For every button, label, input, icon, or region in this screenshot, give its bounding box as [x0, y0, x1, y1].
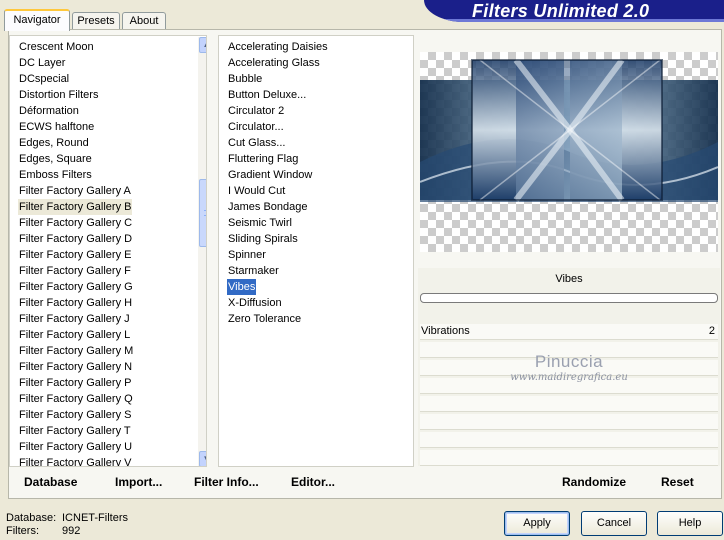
- category-item[interactable]: Filter Factory Gallery C: [18, 215, 133, 231]
- selected-filter-name: Vibes: [555, 273, 583, 285]
- editor-button[interactable]: Editor...: [291, 475, 335, 489]
- category-item[interactable]: Filter Factory Gallery P: [18, 375, 132, 391]
- filter-item[interactable]: Zero Tolerance: [227, 311, 302, 327]
- filter-item[interactable]: Spinner: [227, 247, 267, 263]
- category-item[interactable]: Filter Factory Gallery N: [18, 359, 133, 375]
- filter-item[interactable]: Seismic Twirl: [227, 215, 293, 231]
- category-item[interactable]: DC Layer: [18, 55, 66, 71]
- filter-list[interactable]: Accelerating Daisies Accelerating Glass Bu…: [218, 35, 414, 467]
- app-title: Filters Unlimited 2.0: [472, 1, 650, 21]
- filter-item[interactable]: Vibes: [227, 279, 257, 295]
- filter-preview: [420, 52, 718, 252]
- database-button[interactable]: Database: [24, 475, 77, 489]
- tab-presets[interactable]: Presets: [72, 12, 120, 30]
- category-item[interactable]: Emboss Filters: [18, 167, 93, 183]
- filter-item[interactable]: Accelerating Glass: [227, 55, 321, 71]
- filter-item[interactable]: Gradient Window: [227, 167, 313, 183]
- apply-button[interactable]: Apply: [504, 511, 570, 536]
- category-item[interactable]: Filter Factory Gallery A: [18, 183, 132, 199]
- category-item[interactable]: Filter Factory Gallery E: [18, 247, 132, 263]
- tab-navigator[interactable]: Navigator: [4, 9, 70, 31]
- help-button[interactable]: Help: [657, 511, 723, 536]
- category-item[interactable]: ECWS halftone: [18, 119, 95, 135]
- param-label: Vibrations: [421, 325, 470, 337]
- scroll-thumb[interactable]: [199, 179, 206, 247]
- filters-label: Filters:: [6, 525, 39, 537]
- filter-item[interactable]: Accelerating Daisies: [227, 39, 329, 55]
- filter-item[interactable]: James Bondage: [227, 199, 309, 215]
- database-value: ICNET-Filters: [62, 512, 128, 524]
- database-label: Database:: [6, 512, 57, 524]
- filter-info-button[interactable]: Filter Info...: [194, 475, 259, 489]
- title-banner: Filters Unlimited 2.0: [424, 0, 724, 22]
- watermark-name: Pinuccia: [534, 352, 604, 371]
- category-item[interactable]: Filter Factory Gallery S: [18, 407, 132, 423]
- category-item[interactable]: Edges, Round: [18, 135, 90, 151]
- filter-item[interactable]: Cut Glass...: [227, 135, 286, 151]
- category-item[interactable]: Filter Factory Gallery J: [18, 311, 131, 327]
- category-scrollbar[interactable]: ▲ ▼: [198, 37, 206, 466]
- category-item[interactable]: Filter Factory Gallery V: [18, 455, 132, 466]
- reset-button[interactable]: Reset: [661, 475, 694, 489]
- param-row-empty: [420, 450, 718, 466]
- category-item[interactable]: Filter Factory Gallery H: [18, 295, 133, 311]
- preview-image: [420, 58, 718, 202]
- scroll-up-icon[interactable]: ▲: [199, 37, 206, 53]
- filter-item[interactable]: Circulator...: [227, 119, 285, 135]
- category-item[interactable]: Déformation: [18, 103, 80, 119]
- filter-item[interactable]: Starmaker: [227, 263, 280, 279]
- cancel-button[interactable]: Cancel: [581, 511, 647, 536]
- import-button[interactable]: Import...: [115, 475, 162, 489]
- category-list[interactable]: ▲ ▼ Crescent MoonDC LayerDCspecialDistor…: [9, 35, 207, 467]
- progress-bar: [420, 293, 718, 303]
- category-item[interactable]: Filter Factory Gallery U: [18, 439, 133, 455]
- param-row-empty: [420, 432, 718, 448]
- randomize-button[interactable]: Randomize: [562, 475, 626, 489]
- filter-item[interactable]: I Would Cut: [227, 183, 286, 199]
- filter-item[interactable]: Sliding Spirals: [227, 231, 299, 247]
- category-item[interactable]: Filter Factory Gallery B: [18, 199, 133, 215]
- filter-item[interactable]: Fluttering Flag: [227, 151, 299, 167]
- scroll-down-icon[interactable]: ▼: [199, 451, 206, 466]
- category-item[interactable]: Filter Factory Gallery M: [18, 343, 134, 359]
- param-row-empty: [420, 414, 718, 430]
- category-item[interactable]: Filter Factory Gallery L: [18, 327, 131, 343]
- category-item[interactable]: Filter Factory Gallery D: [18, 231, 133, 247]
- watermark-url: www.maidiregrafica.eu: [510, 372, 628, 383]
- category-item[interactable]: Distortion Filters: [18, 87, 99, 103]
- filter-item[interactable]: X-Diffusion: [227, 295, 283, 311]
- category-item[interactable]: DCspecial: [18, 71, 70, 87]
- action-bar: Database Import... Filter Info... Editor…: [10, 470, 714, 496]
- filter-item[interactable]: Circulator 2: [227, 103, 285, 119]
- tab-about[interactable]: About: [122, 12, 166, 30]
- param-row[interactable]: Vibrations 2: [420, 324, 718, 340]
- param-value: 2: [708, 325, 715, 337]
- param-row-empty: [420, 396, 718, 412]
- filter-item[interactable]: Bubble: [227, 71, 263, 87]
- category-item[interactable]: Filter Factory Gallery Q: [18, 391, 134, 407]
- category-item[interactable]: Edges, Square: [18, 151, 93, 167]
- category-item[interactable]: Filter Factory Gallery F: [18, 263, 132, 279]
- category-item[interactable]: Filter Factory Gallery T: [18, 423, 132, 439]
- filter-item[interactable]: Button Deluxe...: [227, 87, 307, 103]
- category-item[interactable]: Filter Factory Gallery G: [18, 279, 134, 295]
- filters-count: 992: [62, 525, 81, 537]
- category-item[interactable]: Crescent Moon: [18, 39, 95, 55]
